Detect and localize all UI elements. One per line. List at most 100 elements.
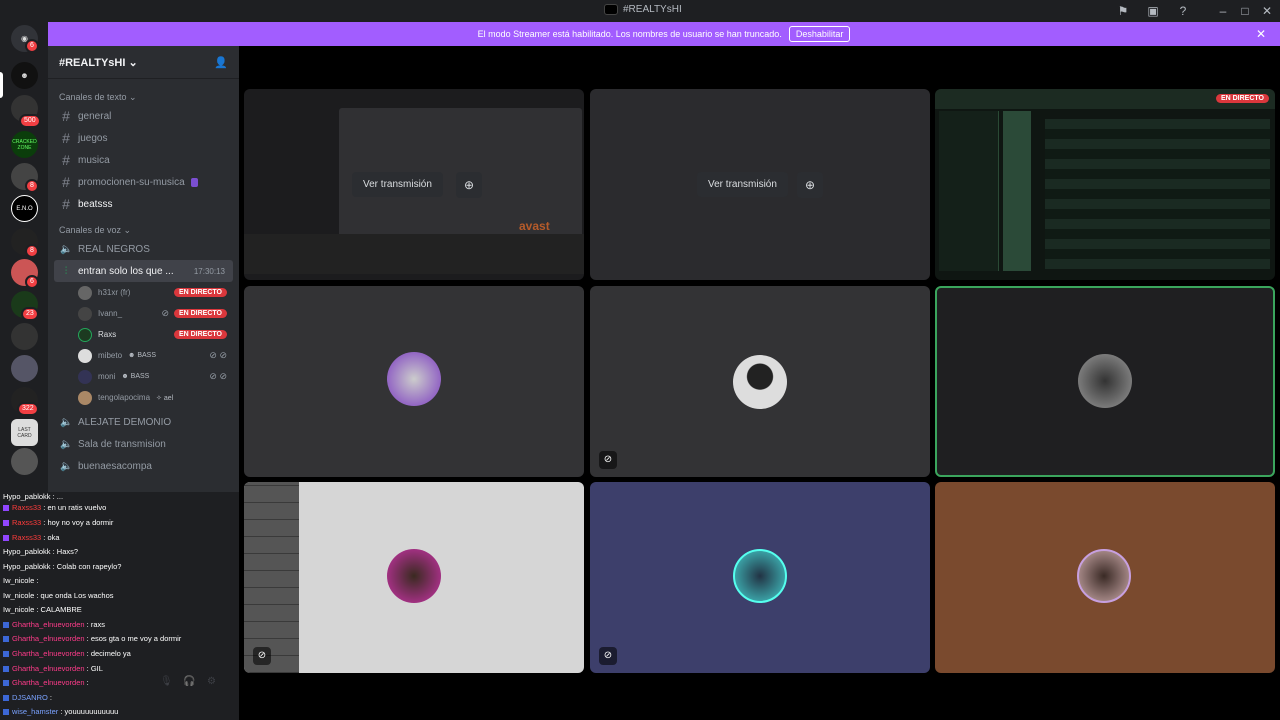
window-titlebar: #REALTYsHI ⚑ ▣ ? – □ ✕	[0, 0, 1280, 22]
chat-username[interactable]: Ghartha_elnuevorden	[12, 664, 85, 673]
server-icon-13[interactable]	[11, 448, 38, 475]
participant-tile-5[interactable]	[935, 482, 1275, 673]
add-member-icon[interactable]: 👤	[214, 56, 228, 69]
server-label: LAST CARD	[17, 426, 32, 439]
participant-tile-4[interactable]: ⊘	[590, 482, 930, 673]
voice-user[interactable]: Raxs EN DIRECTO	[48, 324, 239, 345]
chat-username[interactable]: DJSANRO	[12, 693, 48, 702]
stream-tile-2[interactable]: Ver transmisión ⊕	[590, 89, 930, 280]
chat-username[interactable]: Iw_nicole	[3, 605, 34, 614]
avatar	[1078, 354, 1132, 408]
text-category[interactable]: Canales de texto ⌄	[48, 90, 239, 105]
channel-musica[interactable]: # musica	[54, 149, 233, 171]
voice-user-name: mibeto	[98, 351, 123, 360]
chat-username[interactable]: Hypo_pablokk	[3, 562, 51, 571]
voice-channel-buena[interactable]: 🔈 buenaesacompa	[54, 455, 233, 477]
voice-channel-real-negros[interactable]: 🔈 REAL NEGROS	[54, 238, 233, 260]
user-tag: ☻ BASS	[121, 373, 150, 380]
selected-pill	[0, 72, 3, 98]
voice-user-name: Raxs	[98, 330, 117, 339]
muted-icon: ⊘	[253, 647, 271, 665]
channel-promocionen[interactable]: # promocionen-su-musica	[54, 171, 233, 193]
daw-playlist	[1045, 119, 1270, 269]
window-title: #REALTYsHI	[604, 4, 682, 15]
platform-icon	[3, 505, 9, 512]
deafen-icons: ⊘ ⊘	[209, 371, 227, 381]
view-stream-button[interactable]: Ver transmisión	[352, 172, 443, 197]
participant-tile-speaking[interactable]	[935, 286, 1275, 477]
avatar	[733, 355, 787, 409]
server-cracked-zone[interactable]: CRACKED ZONE	[11, 131, 38, 158]
participant-tile-1[interactable]	[244, 286, 584, 477]
voice-category[interactable]: Canales de voz ⌄	[48, 223, 239, 238]
voice-user[interactable]: mibeto ☻ BASS ⊘ ⊘	[48, 345, 239, 366]
minimize-icon[interactable]: –	[1216, 4, 1230, 18]
avast-logo-text: avast	[519, 219, 550, 233]
stream-tile-3[interactable]: EN DIRECTO	[935, 89, 1275, 280]
user-tag: ✧ ael	[156, 394, 174, 402]
chat-separator: :	[84, 678, 89, 687]
server-header[interactable]: #REALTYsHI ⌄ 👤	[48, 46, 239, 79]
chat-username[interactable]: Ghartha_elnuevorden	[12, 634, 85, 643]
stream-popout-icon[interactable]: ⊕	[456, 172, 482, 198]
banner-text: El modo Streamer está habilitado. Los no…	[477, 29, 782, 39]
hash-icon: #	[62, 196, 70, 212]
chat-username[interactable]: Ghartha_elnuevorden	[12, 678, 85, 687]
platform-icon	[3, 636, 9, 643]
avatar	[78, 306, 92, 321]
server-badge: 8	[25, 179, 39, 193]
server-label: E.N.O	[16, 205, 33, 212]
view-stream-button[interactable]: Ver transmisión	[697, 172, 788, 197]
server-icon-10[interactable]	[11, 355, 38, 382]
voice-user[interactable]: tengolapocima ✧ ael	[48, 387, 239, 408]
server-last-card[interactable]: LAST CARD	[11, 419, 38, 446]
platform-icon	[3, 535, 9, 542]
chat-username[interactable]: wise_hamster	[12, 707, 58, 716]
channel-beatsss[interactable]: # beatsss	[54, 193, 233, 215]
chat-username[interactable]: Raxss33	[12, 533, 41, 542]
participant-tile-2[interactable]: ⊘	[590, 286, 930, 477]
stream-popout-icon[interactable]: ⊕	[797, 172, 823, 198]
inbox-flag-icon[interactable]: ⚑	[1116, 4, 1130, 18]
chat-username[interactable]: Ghartha_elnuevorden	[12, 649, 85, 658]
chat-text: decimelo ya	[90, 649, 131, 658]
disable-streamer-button[interactable]: Deshabilitar	[788, 26, 851, 42]
chat-username[interactable]: Hypo_pablokk	[3, 547, 51, 556]
platform-icon	[3, 709, 9, 716]
chat-text: ...	[56, 492, 64, 501]
close-window-icon[interactable]: ✕	[1260, 4, 1274, 18]
help-icon[interactable]: ?	[1176, 4, 1190, 18]
chat-text: GIL	[90, 664, 103, 673]
channel-general[interactable]: # general	[54, 105, 233, 127]
screen-icon[interactable]: ▣	[1146, 4, 1160, 18]
chat-message: Iw_nicole : que onda Los wachos	[3, 591, 114, 600]
hash-icon: #	[62, 152, 70, 168]
streamer-mode-banner: El modo Streamer está habilitado. Los no…	[48, 22, 1280, 46]
channel-label: Sala de transmision	[78, 438, 166, 450]
avatar	[78, 390, 92, 405]
stream-tile-1[interactable]: avast Ver transmisión ⊕	[244, 89, 584, 280]
home-badge: 6	[25, 39, 39, 53]
server-icon-9[interactable]	[11, 323, 38, 350]
participant-tile-3[interactable]: ⊘	[244, 482, 584, 673]
voice-user[interactable]: Ivann_ ⊘ EN DIRECTO	[48, 303, 239, 324]
chat-username[interactable]: Raxss33	[12, 503, 41, 512]
maximize-icon[interactable]: □	[1238, 4, 1252, 18]
server-eno[interactable]: E.N.O	[11, 195, 38, 222]
voice-user-name: Ivann_	[98, 309, 123, 318]
chat-username[interactable]: Hypo_pablokk	[3, 492, 51, 501]
voice-user[interactable]: moni ☻ BASS ⊘ ⊘	[48, 366, 239, 387]
chat-username[interactable]: Ghartha_elnuevorden	[12, 620, 85, 629]
voice-user[interactable]: h31xr (fr) EN DIRECTO	[48, 282, 239, 303]
channel-label: ALEJATE DEMONIO	[78, 416, 172, 428]
server-realtyshi[interactable]: ☻	[11, 62, 38, 89]
chat-username[interactable]: Iw_nicole	[3, 591, 34, 600]
chat-username[interactable]: Iw_nicole	[3, 576, 34, 585]
close-banner-icon[interactable]: ✕	[1256, 27, 1266, 41]
voice-channel-active[interactable]: ⫶ entran solo los que ... 17:30:13	[54, 260, 233, 282]
channel-juegos[interactable]: # juegos	[54, 127, 233, 149]
voice-channel-sala[interactable]: 🔈 Sala de transmision	[54, 433, 233, 455]
voice-channel-alejate[interactable]: 🔈 ALEJATE DEMONIO	[54, 411, 233, 433]
avatar	[1077, 549, 1131, 603]
chat-username[interactable]: Raxss33	[12, 518, 41, 527]
